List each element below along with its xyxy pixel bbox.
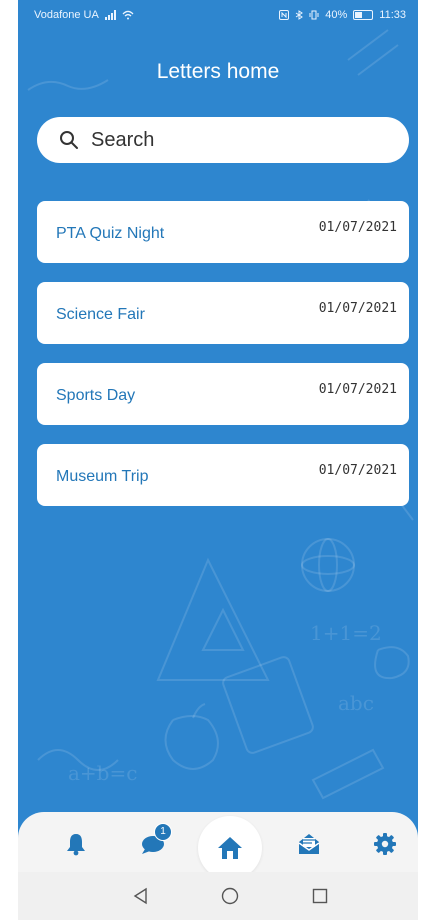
nfc-icon [279, 10, 290, 20]
letter-date: 01/07/2021 [318, 382, 397, 397]
recents-square-icon [312, 888, 328, 904]
system-recents-button[interactable] [310, 886, 330, 906]
letter-title: Sports Day [56, 387, 136, 404]
nav-notifications[interactable] [61, 830, 91, 858]
letter-title: Science Fair [56, 306, 145, 323]
gear-icon [374, 833, 396, 855]
bell-icon [67, 834, 85, 856]
message-count-badge: 1 [154, 823, 172, 841]
app-screen: 1+1=2 abc a+b=c Vodafone UA 40% 11:33 Le… [18, 0, 418, 920]
battery-percent: 40% [325, 9, 348, 21]
letter-date: 01/07/2021 [318, 301, 397, 316]
letter-card[interactable]: Museum Trip 01/07/2021 [37, 444, 409, 506]
svg-text:1+1=2: 1+1=2 [310, 621, 382, 645]
home-icon [218, 837, 242, 859]
nav-home[interactable] [198, 816, 262, 880]
letter-card[interactable]: PTA Quiz Night 01/07/2021 [37, 201, 409, 263]
letter-date: 01/07/2021 [318, 463, 397, 478]
letter-title: PTA Quiz Night [56, 225, 165, 242]
mail-icon [298, 834, 320, 854]
status-bar: Vodafone UA 40% 11:33 [18, 0, 418, 30]
nav-messages[interactable]: 1 [138, 823, 172, 858]
letter-title: Museum Trip [56, 468, 149, 485]
page-title: Letters home [156, 60, 280, 83]
search-bar[interactable] [37, 117, 409, 163]
svg-text:a+b=c: a+b=c [68, 761, 137, 785]
letter-card[interactable]: Sports Day 01/07/2021 [37, 363, 409, 425]
nav-settings[interactable] [370, 830, 400, 858]
svg-text:abc: abc [338, 691, 374, 715]
battery-icon [353, 10, 374, 20]
back-triangle-icon [133, 887, 147, 905]
signal-icon [104, 10, 116, 20]
system-home-button[interactable] [220, 886, 240, 906]
carrier-label: Vodafone UA [34, 9, 99, 21]
letter-date: 01/07/2021 [318, 220, 397, 235]
bluetooth-icon [295, 10, 304, 20]
letter-card[interactable]: Science Fair 01/07/2021 [37, 282, 409, 344]
vibrate-icon [309, 10, 319, 20]
nav-letters[interactable] [294, 830, 324, 858]
wifi-icon [122, 10, 134, 20]
clock: 11:33 [379, 9, 406, 21]
home-circle-icon [221, 887, 239, 905]
system-back-button[interactable] [130, 886, 150, 906]
system-nav-bar [18, 872, 418, 920]
search-icon [60, 131, 78, 149]
search-input[interactable] [91, 128, 371, 152]
